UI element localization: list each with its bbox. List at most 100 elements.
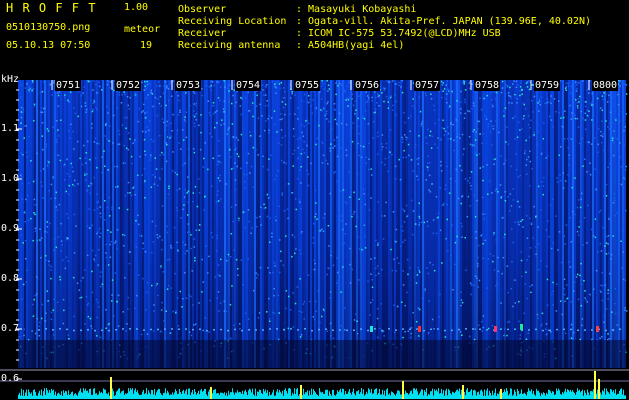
noise-streak <box>562 80 564 368</box>
noise-speckle <box>618 193 620 195</box>
noise-speckle <box>454 263 456 266</box>
signal-bar <box>71 392 72 399</box>
noise-speckle <box>597 143 599 146</box>
noise-streak <box>126 80 128 368</box>
noise-speckle <box>451 90 453 93</box>
noise-speckle <box>482 243 484 245</box>
noise-speckle <box>506 126 508 128</box>
noise-speckle <box>602 133 605 135</box>
noise-speckle <box>359 145 362 147</box>
noise-speckle <box>626 310 628 312</box>
signal-bar <box>56 395 57 399</box>
noise-speckle <box>441 262 443 264</box>
signal-bar <box>609 393 610 399</box>
noise-speckle <box>322 217 325 219</box>
noise-speckle <box>300 232 302 234</box>
signal-bar <box>616 394 617 399</box>
noise-streak <box>228 80 230 368</box>
noise-speckle <box>500 91 503 94</box>
noise-streak <box>242 80 244 368</box>
noise-speckle <box>561 261 563 264</box>
noise-speckle <box>468 136 471 138</box>
noise-speckle <box>379 327 381 330</box>
noise-streak <box>334 80 336 368</box>
noise-speckle <box>445 93 448 95</box>
noise-speckle <box>313 259 316 261</box>
noise-speckle <box>208 255 210 258</box>
noise-speckle <box>448 105 451 107</box>
signal-bar <box>172 392 173 399</box>
noise-speckle <box>32 81 34 83</box>
noise-speckle <box>537 317 539 319</box>
noise-speckle <box>538 110 540 112</box>
noise-speckle <box>87 189 89 191</box>
noise-speckle <box>150 154 152 156</box>
noise-speckle <box>500 195 503 198</box>
signal-bar <box>496 395 497 399</box>
noise-speckle <box>334 118 337 121</box>
noise-speckle <box>38 335 41 337</box>
noise-speckle <box>418 224 420 226</box>
noise-speckle <box>192 114 195 117</box>
noise-speckle <box>552 290 554 293</box>
signal-bar <box>405 390 406 399</box>
signal-bar <box>127 393 128 399</box>
noise-speckle <box>551 198 554 200</box>
noise-streak <box>472 80 474 368</box>
noise-streak <box>270 80 272 368</box>
noise-speckle <box>84 179 87 181</box>
noise-speckle <box>456 100 458 102</box>
noise-speckle <box>516 136 519 138</box>
noise-speckle <box>47 160 49 163</box>
noise-speckle <box>611 96 614 98</box>
noise-speckle <box>503 115 505 117</box>
noise-speckle <box>156 85 158 88</box>
noise-speckle <box>327 163 329 165</box>
echo-dot <box>143 329 145 331</box>
signal-bar <box>396 393 397 399</box>
noise-streak <box>282 80 284 368</box>
noise-speckle <box>389 96 392 99</box>
noise-speckle <box>346 202 348 205</box>
noise-speckle <box>122 233 124 236</box>
signal-bar <box>117 390 118 399</box>
noise-speckle <box>33 198 36 201</box>
noise-speckle <box>479 133 481 135</box>
signal-spike <box>110 377 112 399</box>
noise-speckle <box>508 102 510 104</box>
noise-streak <box>476 80 478 368</box>
noise-speckle <box>509 86 511 89</box>
noise-speckle <box>428 300 430 302</box>
noise-speckle <box>114 272 117 274</box>
signal-bar <box>290 388 291 399</box>
signal-bar <box>66 391 67 399</box>
echo-dot <box>227 329 229 332</box>
noise-speckle <box>505 141 507 143</box>
noise-speckle <box>521 275 523 278</box>
signal-bar <box>196 394 197 399</box>
signal-bar <box>299 394 300 399</box>
noise-speckle <box>95 83 97 86</box>
noise-speckle <box>127 148 129 151</box>
noise-speckle <box>569 216 571 219</box>
echo-dot <box>269 328 271 330</box>
noise-speckle <box>57 92 59 94</box>
noise-speckle <box>159 178 161 181</box>
noise-speckle <box>299 278 301 280</box>
noise-speckle <box>264 105 267 107</box>
noise-speckle <box>199 148 202 151</box>
signal-bar <box>62 395 63 399</box>
noise-speckle <box>105 327 107 329</box>
noise-speckle <box>611 311 613 313</box>
noise-speckle <box>216 237 218 239</box>
echo-dot <box>192 328 194 331</box>
noise-speckle <box>575 81 577 83</box>
noise-streak <box>148 80 150 368</box>
noise-streak <box>554 80 556 368</box>
noise-speckle <box>519 90 521 92</box>
signal-bar <box>190 395 191 399</box>
noise-speckle <box>59 278 62 281</box>
signal-bar <box>215 389 216 399</box>
noise-speckle <box>314 189 317 192</box>
noise-speckle <box>322 154 325 157</box>
